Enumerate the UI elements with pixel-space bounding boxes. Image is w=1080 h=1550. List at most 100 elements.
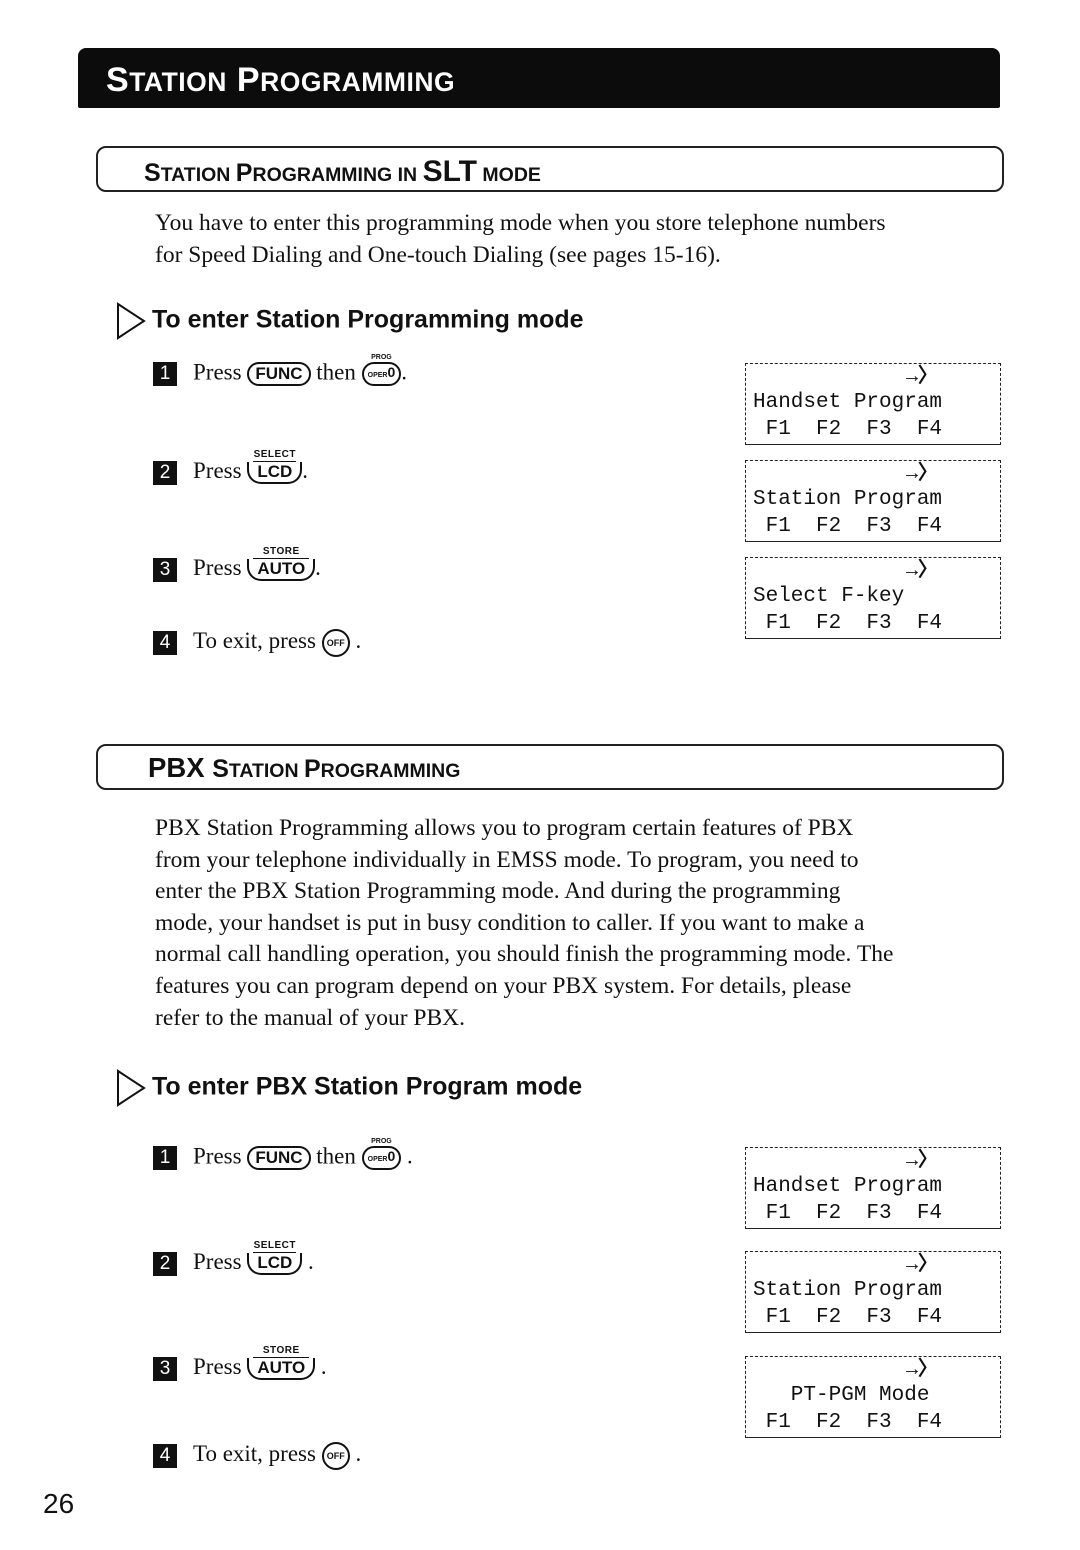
- lcd-line-2: F1 F2 F3 F4: [753, 612, 943, 635]
- lcd-arrow-icon: →〉: [906, 366, 939, 389]
- paragraph-line: for Speed Dialing and One-touch Dialing …: [155, 241, 721, 268]
- step-text: Press: [193, 1353, 242, 1379]
- heading-part: ROGRAMMING: [320, 760, 461, 782]
- step-suffix: .: [407, 1143, 413, 1169]
- lcd-screen: →〉 Handset Program F1 F2 F3 F4: [745, 363, 1001, 445]
- step-4: 4 To exit, press OFF .: [153, 628, 361, 657]
- prog-key-icon: PROG OPER0: [361, 354, 402, 386]
- step-suffix: .: [302, 457, 309, 483]
- lcd-arrow-icon: →〉: [906, 560, 939, 583]
- heading-part: PBX: [148, 752, 213, 783]
- key-label: STORE: [253, 546, 310, 559]
- section-heading-slt: STATION PROGRAMMING IN SLT MODE: [96, 146, 1004, 192]
- page-title: STATION PROGRAMMING: [106, 61, 455, 100]
- section-heading-text: STATION PROGRAMMING IN SLT MODE: [144, 155, 541, 189]
- lcd-line-1: Select F-key: [753, 585, 905, 608]
- lcd-screen: →〉 Handset Program F1 F2 F3 F4: [745, 1147, 1001, 1229]
- step-number: 2: [153, 460, 177, 485]
- step-text: Press: [193, 1248, 242, 1274]
- func-key-icon: FUNC: [247, 362, 311, 386]
- lcd-line-1: Station Program: [753, 1279, 943, 1302]
- section-heading-pbx: PBX STATION PROGRAMMING: [96, 744, 1004, 790]
- step-text: Press: [193, 1143, 242, 1169]
- step-text: Press: [193, 554, 242, 580]
- step-suffix: .: [355, 1441, 362, 1466]
- page-title-bar: STATION PROGRAMMING: [78, 48, 1000, 108]
- off-key-icon: OFF: [321, 1441, 350, 1470]
- lcd-screen: →〉 Select F-key F1 F2 F3 F4: [745, 557, 1001, 639]
- step-suffix: .: [320, 1353, 327, 1379]
- heading-part: S: [144, 159, 161, 187]
- key-main-label: LCD: [247, 462, 303, 484]
- auto-key-icon: STORE AUTO: [247, 1345, 316, 1380]
- step-text: To exit, press: [193, 628, 316, 653]
- step-number: 4: [153, 630, 177, 655]
- title-rest: TATION: [129, 67, 227, 97]
- key-small-label: OPER: [367, 1156, 388, 1163]
- step-suffix: .: [401, 359, 408, 385]
- section-heading-text: PBX STATION PROGRAMMING: [148, 752, 460, 784]
- step-number: 4: [153, 1443, 177, 1468]
- heading-part: P: [235, 159, 253, 187]
- lcd-arrow-icon: →〉: [906, 1254, 939, 1277]
- paragraph-line: You have to enter this programming mode …: [155, 210, 886, 236]
- page-number: 26: [43, 1488, 75, 1519]
- title-initial: S: [106, 61, 130, 99]
- step-number: 2: [153, 1251, 177, 1276]
- lcd-line-1: Handset Program: [753, 1175, 943, 1198]
- heading-part: TATION: [228, 760, 304, 782]
- step-number: 3: [153, 557, 177, 582]
- lcd-arrow-icon: →〉: [906, 463, 939, 486]
- step-suffix: .: [315, 554, 321, 580]
- heading-part: P: [303, 755, 321, 783]
- step-suffix: .: [355, 628, 362, 653]
- heading-part: TATION: [160, 164, 236, 186]
- subheading: To enter Station Programming mode: [116, 302, 584, 340]
- func-key-icon: FUNC: [247, 1146, 311, 1170]
- step-number: 1: [153, 1146, 177, 1170]
- paragraph-line: from your telephone individually in EMSS…: [155, 846, 859, 873]
- lcd-line-2: F1 F2 F3 F4: [753, 515, 943, 538]
- paragraph-line: PBX Station Programming allows you to pr…: [155, 815, 854, 841]
- key-small-label: OPER: [367, 372, 388, 379]
- step-number: 3: [153, 1356, 177, 1381]
- lcd-line-2: F1 F2 F3 F4: [753, 418, 943, 441]
- prog-key-icon: PROG OPER0: [361, 1138, 402, 1170]
- lcd-screen: →〉 Station Program F1 F2 F3 F4: [745, 460, 1001, 542]
- step-3: 3 Press STORE AUTO .: [153, 1345, 327, 1386]
- subheading-text: To enter Station Programming mode: [152, 305, 584, 334]
- lcd-line-1: Station Program: [753, 488, 943, 511]
- lcd-line-1: Handset Program: [753, 391, 943, 414]
- key-main-label: LCD: [247, 1253, 303, 1275]
- step-2: 2 Press SELECT LCD .: [153, 1240, 314, 1281]
- section-paragraph: PBX Station Programming allows you to pr…: [155, 813, 893, 1034]
- off-key-icon: OFF: [321, 628, 350, 657]
- step-text: To exit, press: [193, 1441, 316, 1466]
- lcd-key-icon: SELECT LCD: [247, 449, 303, 484]
- lcd-screen: →〉 PT-PGM Mode F1 F2 F3 F4: [745, 1356, 1001, 1438]
- lcd-line-2: F1 F2 F3 F4: [753, 1202, 943, 1225]
- key-oval: OPER0: [361, 1146, 402, 1170]
- section-paragraph: You have to enter this programming mode …: [155, 208, 886, 271]
- step-suffix: .: [308, 1248, 314, 1274]
- lcd-screen: →〉 Station Program F1 F2 F3 F4: [745, 1251, 1001, 1333]
- lcd-key-icon: SELECT LCD: [247, 1240, 303, 1275]
- auto-key-icon: STORE AUTO: [247, 546, 316, 581]
- paragraph-line: refer to the manual of your PBX.: [155, 1004, 465, 1031]
- key-main-label: 0: [387, 364, 396, 380]
- paragraph-line: features you can program depend on your …: [155, 972, 852, 999]
- key-main-label: AUTO: [247, 559, 316, 581]
- paragraph-line: mode, your handset is put in busy condit…: [155, 909, 865, 936]
- paragraph-line: enter the PBX Station Programming mode. …: [155, 878, 841, 905]
- title-initial: P: [236, 61, 261, 99]
- key-label: PROG: [371, 1138, 392, 1145]
- lcd-arrow-icon: →〉: [906, 1359, 939, 1382]
- subheading-text: To enter PBX Station Program mode: [152, 1072, 583, 1101]
- key-label: SELECT: [253, 449, 297, 462]
- step-3: 3 Press STORE AUTO.: [153, 546, 321, 587]
- key-label: STORE: [253, 1345, 310, 1358]
- key-main-label: 0: [387, 1148, 396, 1164]
- step-1: 1 Press FUNC then PROG OPER0 .: [153, 1138, 413, 1174]
- lcd-line-2: F1 F2 F3 F4: [753, 1411, 943, 1434]
- heading-part: MODE: [477, 164, 541, 186]
